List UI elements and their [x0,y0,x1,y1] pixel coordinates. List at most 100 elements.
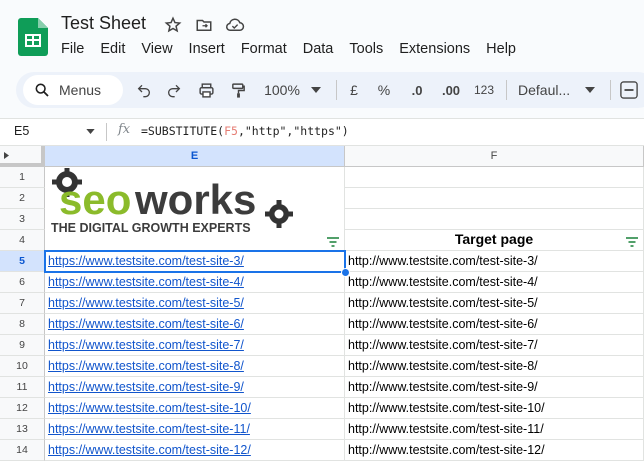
column-header-e[interactable]: E [45,146,345,167]
cell-f[interactable] [345,209,644,230]
target-page-cell[interactable]: http://www.testsite.com/test-site-8/ [345,356,644,377]
menu-extensions[interactable]: Extensions [399,41,470,57]
url-cell-https[interactable]: https://www.testsite.com/test-site-6/ [45,314,345,335]
increase-decimal-button[interactable]: .00 [438,78,464,102]
google-sheets-logo[interactable] [18,18,48,56]
cell-e[interactable] [45,188,345,209]
row-header[interactable]: 9 [0,335,45,356]
toolbar-divider [336,80,337,100]
target-page-cell[interactable]: http://www.testsite.com/test-site-3/ [345,251,644,272]
cell-e[interactable] [45,209,345,230]
row-header[interactable]: 3 [0,209,45,230]
increase-decimal-label: .00 [441,82,461,98]
fill-handle[interactable] [341,268,350,277]
decrease-decimal-label: .0 [411,82,423,98]
more-formats-button[interactable]: 123 [472,78,496,102]
currency-format-button[interactable]: £ [346,78,362,102]
row-header[interactable]: 13 [0,419,45,440]
toolbar-divider [610,80,611,100]
menu-tools[interactable]: Tools [349,41,383,57]
percent-format-button[interactable]: % [376,78,392,102]
decrease-font-size-button[interactable] [618,78,640,102]
target-page-cell[interactable]: http://www.testsite.com/test-site-7/ [345,335,644,356]
url-cell-https[interactable]: https://www.testsite.com/test-site-7/ [45,335,345,356]
menu-data[interactable]: Data [303,41,334,57]
menu-insert[interactable]: Insert [189,41,225,57]
url-cell-https[interactable]: https://www.testsite.com/test-site-4/ [45,272,345,293]
row-header[interactable]: 5 [0,251,45,272]
url-cell-https[interactable]: https://www.testsite.com/test-site-10/ [45,398,345,419]
target-page-cell[interactable]: http://www.testsite.com/test-site-5/ [345,293,644,314]
cell-f[interactable] [345,167,644,188]
paint-format-icon[interactable] [228,78,248,102]
row-header[interactable]: 6 [0,272,45,293]
font-dropdown-icon[interactable] [584,78,596,102]
column-header-f[interactable]: F [345,146,644,167]
row-header[interactable]: 12 [0,398,45,419]
name-box-dropdown-icon[interactable] [86,129,95,134]
menus-label: Menus [59,82,102,98]
target-page-cell[interactable]: http://www.testsite.com/test-site-11/ [345,419,644,440]
formula-input[interactable]: =SUBSTITUTE(F5,"http","https") [141,124,349,138]
filter-icon[interactable] [626,237,638,247]
redo-icon[interactable] [164,78,184,102]
document-title[interactable]: Test Sheet [61,13,146,34]
fx-icon: fx [118,122,131,137]
row-header[interactable]: 11 [0,377,45,398]
move-to-folder-icon[interactable] [194,15,214,35]
url-cell-https[interactable]: https://www.testsite.com/test-site-11/ [45,419,345,440]
filter-icon[interactable] [327,237,339,247]
menu-edit[interactable]: Edit [100,41,125,57]
url-cell-https[interactable]: https://www.testsite.com/test-site-9/ [45,377,345,398]
star-icon[interactable] [163,15,183,35]
font-value: Defaul... [518,82,571,98]
formula-prefix: =SUBSTITUTE( [141,124,225,138]
target-page-cell[interactable]: http://www.testsite.com/test-site-9/ [345,377,644,398]
currency-label: £ [350,82,358,98]
spreadsheet-grid: E F seo works THE DIGITAL GROWTH EXPERTS… [0,146,644,467]
menus-search-button[interactable]: Menus [23,75,123,105]
menu-format[interactable]: Format [241,41,287,57]
menu-help[interactable]: Help [486,41,516,57]
header-cell-e[interactable] [45,230,345,251]
number-format-label: 123 [473,83,495,97]
formula-bar: E5 fx =SUBSTITUTE(F5,"http","https") [0,118,644,146]
row-header[interactable]: 7 [0,293,45,314]
menu-file[interactable]: File [61,41,84,57]
toolbar: Menus 100% £ % .0 .00 123 Defaul... [16,72,644,108]
row-header[interactable]: 10 [0,356,45,377]
url-cell-https[interactable]: https://www.testsite.com/test-site-5/ [45,293,345,314]
url-cell-https[interactable]: https://www.testsite.com/test-site-8/ [45,356,345,377]
undo-icon[interactable] [134,78,154,102]
search-icon [35,83,49,97]
cell-e[interactable] [45,167,345,188]
row-header[interactable]: 4 [0,230,45,251]
decrease-decimal-button[interactable]: .0 [406,78,428,102]
percent-label: % [377,82,391,98]
formula-suffix: ,"http","https") [237,124,349,138]
select-all-corner[interactable] [0,146,45,167]
url-cell-https[interactable]: https://www.testsite.com/test-site-12/ [45,440,345,461]
toolbar-divider [506,80,507,100]
target-page-cell[interactable]: http://www.testsite.com/test-site-10/ [345,398,644,419]
zoom-value: 100% [264,82,300,98]
print-icon[interactable] [196,78,216,102]
name-box[interactable]: E5 [14,124,29,138]
menu-bar: File Edit View Insert Format Data Tools … [61,41,532,57]
target-page-cell[interactable]: http://www.testsite.com/test-site-12/ [345,440,644,461]
row-header[interactable]: 1 [0,167,45,188]
cell-f[interactable] [345,188,644,209]
font-select[interactable]: Defaul... [518,78,580,102]
row-header[interactable]: 14 [0,440,45,461]
expand-arrow-icon [4,152,9,159]
target-page-cell[interactable]: http://www.testsite.com/test-site-6/ [345,314,644,335]
header-cell-f[interactable]: Target page [345,230,644,251]
row-header[interactable]: 8 [0,314,45,335]
url-cell-https[interactable]: https://www.testsite.com/test-site-3/ [45,251,345,272]
row-header[interactable]: 2 [0,188,45,209]
cloud-saved-icon[interactable] [225,15,245,35]
target-page-cell[interactable]: http://www.testsite.com/test-site-4/ [345,272,644,293]
menu-view[interactable]: View [141,41,172,57]
zoom-select[interactable]: 100% [261,78,303,102]
zoom-dropdown-icon[interactable] [310,78,322,102]
